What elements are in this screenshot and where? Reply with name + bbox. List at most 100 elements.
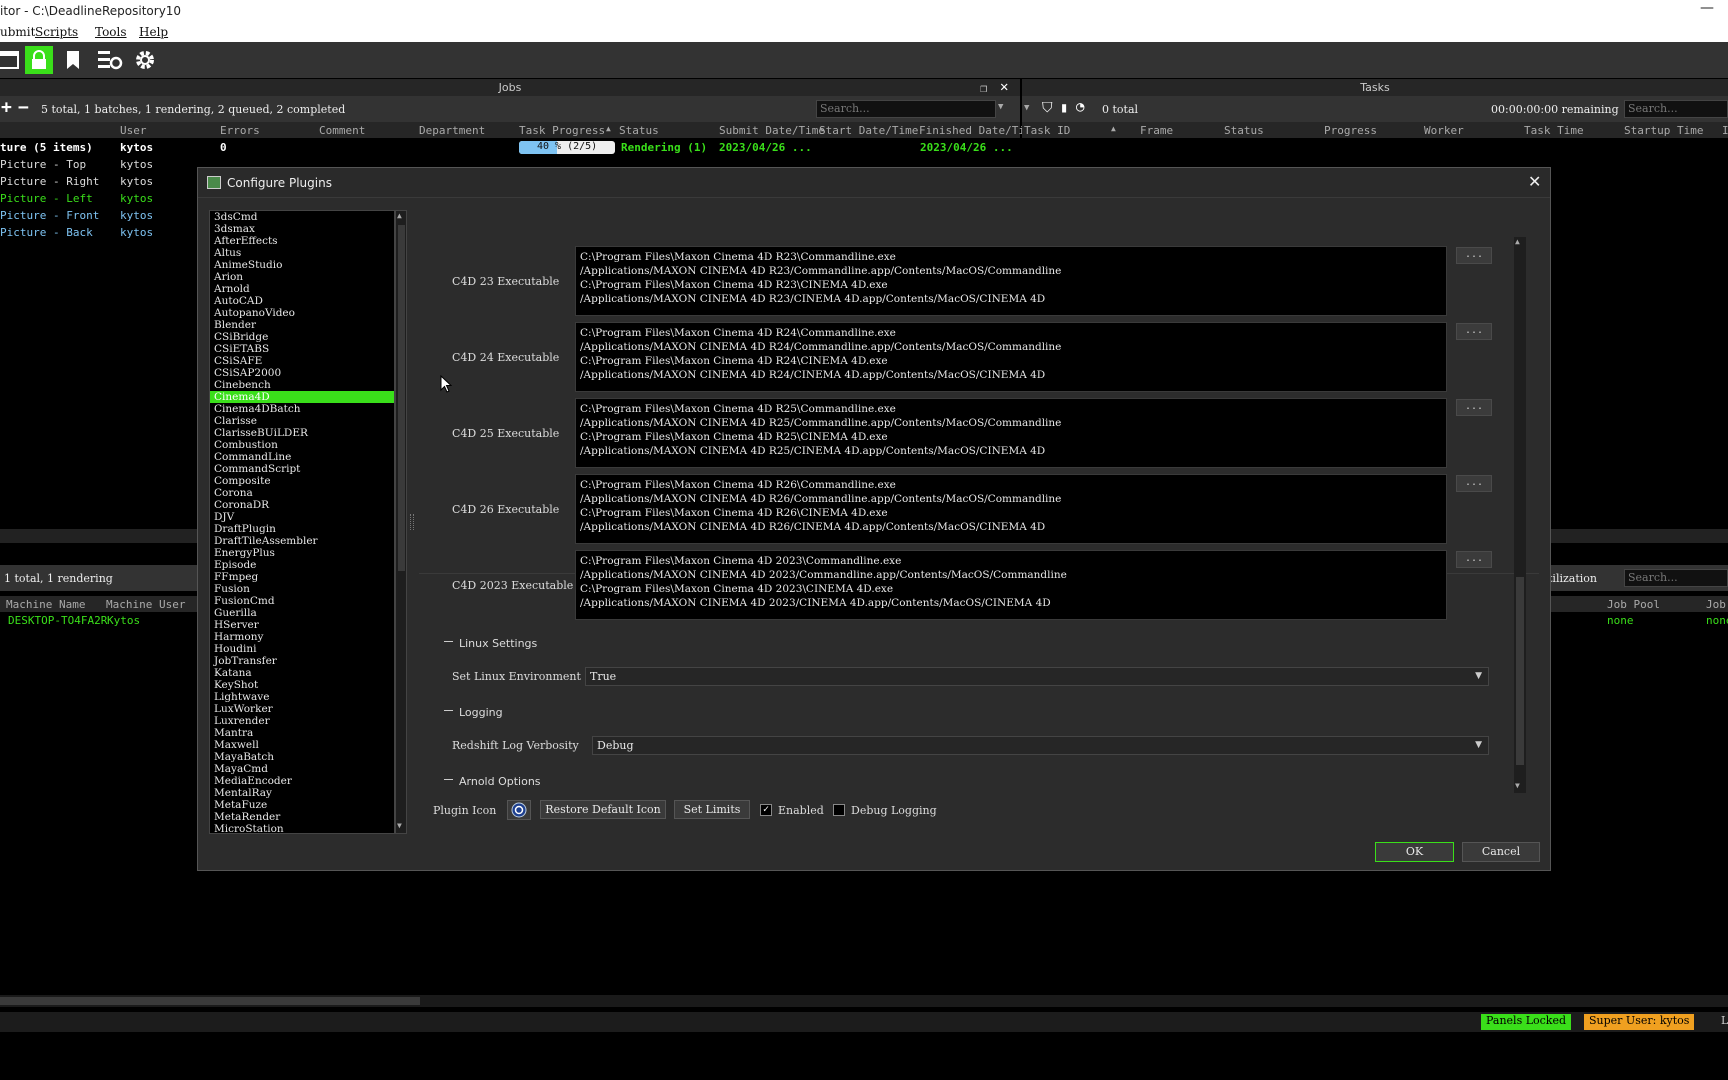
plugin-list-item[interactable]: Blender xyxy=(210,319,394,331)
menu-scripts[interactable]: Scripts xyxy=(35,25,78,39)
col-finished-date[interactable]: Finished Date/Ti xyxy=(919,124,1025,137)
plugin-list-item[interactable]: Corona xyxy=(210,487,394,499)
plugin-list-item[interactable]: HServer xyxy=(210,619,394,631)
restore-default-icon-button[interactable]: Restore Default Icon xyxy=(540,800,666,819)
plugin-list-item[interactable]: 3dsmax xyxy=(210,223,394,235)
chevron-down-icon[interactable]: ▼ xyxy=(998,102,1003,112)
browse-button[interactable]: ... xyxy=(1456,323,1492,340)
plugin-list-item[interactable]: Houdini xyxy=(210,643,394,655)
debug-logging-checkbox[interactable] xyxy=(833,804,845,816)
plugin-list-item[interactable]: DJV xyxy=(210,511,394,523)
set-limits-button[interactable]: Set Limits xyxy=(674,800,750,819)
browse-button[interactable]: ... xyxy=(1456,399,1492,416)
scroll-down-icon[interactable]: ▼ xyxy=(397,821,402,830)
scroll-down-icon[interactable]: ▼ xyxy=(1515,781,1520,790)
plugin-list-item[interactable]: MayaBatch xyxy=(210,751,394,763)
plugin-list-item[interactable]: FusionCmd xyxy=(210,595,394,607)
plugin-list-item[interactable]: AfterEffects xyxy=(210,235,394,247)
plugin-list-item[interactable]: KeyShot xyxy=(210,679,394,691)
col-machine-user[interactable]: Machine User xyxy=(106,598,185,611)
col-extra[interactable]: I xyxy=(1722,124,1728,137)
scroll-up-icon[interactable]: ▲ xyxy=(1515,237,1520,246)
add-icon[interactable]: + xyxy=(1,97,12,118)
col-submit-date[interactable]: Submit Date/Time xyxy=(719,124,825,137)
plugin-list-item[interactable]: AutoCAD xyxy=(210,295,394,307)
col-department[interactable]: Department xyxy=(419,124,485,137)
col-status[interactable]: Status xyxy=(619,124,659,137)
plugin-list-item[interactable]: Arnold xyxy=(210,283,394,295)
col-task-time[interactable]: Task Time xyxy=(1524,124,1584,137)
plugin-list-item[interactable]: Combustion xyxy=(210,439,394,451)
plugin-list-item[interactable]: Fusion xyxy=(210,583,394,595)
clock-icon[interactable]: ◔ xyxy=(1076,99,1084,115)
plugin-list-item[interactable]: AnimeStudio xyxy=(210,259,394,271)
browse-button[interactable]: ... xyxy=(1456,247,1492,264)
close-panel-icon[interactable]: ✕ xyxy=(1000,79,1008,95)
col-progress[interactable]: Progress xyxy=(1324,124,1377,137)
scroll-up-icon[interactable]: ▲ xyxy=(397,211,402,220)
horizontal-scrollbar[interactable] xyxy=(0,995,1728,1007)
plugin-list-item[interactable]: Cinema4D xyxy=(210,391,394,403)
plugin-list-item[interactable]: Guerilla xyxy=(210,607,394,619)
executable-paths-field[interactable]: C:\Program Files\Maxon Cinema 4D R23\Com… xyxy=(575,246,1447,316)
executable-paths-field[interactable]: C:\Program Files\Maxon Cinema 4D R24\Com… xyxy=(575,322,1447,392)
float-panel-icon[interactable]: ❐ xyxy=(980,81,987,95)
window-icon[interactable] xyxy=(0,46,22,74)
chevron-down-icon[interactable]: ▼ xyxy=(1024,103,1029,113)
plugin-list-item[interactable]: CommandLine xyxy=(210,451,394,463)
browse-button[interactable]: ... xyxy=(1456,551,1492,568)
plugin-icon-button[interactable] xyxy=(507,800,531,820)
logging-section[interactable]: Logging xyxy=(444,706,503,719)
plugin-list-scrollbar[interactable]: ▲ ▼ xyxy=(395,210,407,834)
col-machine-name[interactable]: Machine Name xyxy=(6,598,85,611)
plugin-list-item[interactable]: MayaCmd xyxy=(210,763,394,775)
plugin-list-item[interactable]: Arion xyxy=(210,271,394,283)
plugin-list-item[interactable]: LuxWorker xyxy=(210,703,394,715)
scrollbar-thumb[interactable] xyxy=(0,997,420,1005)
plugin-list-item[interactable]: CommandScript xyxy=(210,463,394,475)
col-startup-time[interactable]: Startup Time xyxy=(1624,124,1703,137)
plugin-list-item[interactable]: CSiBridge xyxy=(210,331,394,343)
plugin-list-item[interactable]: Maxwell xyxy=(210,739,394,751)
plugin-list-item[interactable]: MediaEncoder xyxy=(210,775,394,787)
col-job[interactable]: Job xyxy=(1706,598,1726,611)
bookmark-icon[interactable]: ▮ xyxy=(1060,100,1068,116)
plugin-list-item[interactable]: MetaRender xyxy=(210,811,394,823)
plugin-list-item[interactable]: Composite xyxy=(210,475,394,487)
executable-paths-field[interactable]: C:\Program Files\Maxon Cinema 4D 2023\Co… xyxy=(575,550,1447,620)
menu-tools[interactable]: Tools xyxy=(95,25,127,39)
log-verbosity-select[interactable]: Debug ▼ xyxy=(592,736,1489,755)
linux-settings-section[interactable]: Linux Settings xyxy=(444,637,537,650)
plugin-list-item[interactable]: Harmony xyxy=(210,631,394,643)
plugin-list-item[interactable]: Katana xyxy=(210,667,394,679)
splitter-handle[interactable] xyxy=(410,514,414,530)
bookmark-icon[interactable] xyxy=(59,46,87,74)
col-user[interactable]: User xyxy=(120,124,147,137)
browse-button[interactable]: ... xyxy=(1456,475,1492,492)
col-worker[interactable]: Worker xyxy=(1424,124,1464,137)
plugin-list-item[interactable]: Clarisse xyxy=(210,415,394,427)
col-comment[interactable]: Comment xyxy=(319,124,365,137)
executable-paths-field[interactable]: C:\Program Files\Maxon Cinema 4D R25\Com… xyxy=(575,398,1447,468)
linux-env-select[interactable]: True ▼ xyxy=(585,667,1489,686)
tasks-search-input[interactable]: Search... xyxy=(1624,100,1728,118)
plugin-list-item[interactable]: ClarisseBUiLDER xyxy=(210,427,394,439)
filter-icon[interactable]: ⛉ xyxy=(1042,100,1053,116)
ok-button[interactable]: OK xyxy=(1375,842,1454,862)
table-row[interactable]: ture (5 items) kytos 0 40 % (2/5) Render… xyxy=(0,139,1020,156)
plugin-list-item[interactable]: CoronaDR xyxy=(210,499,394,511)
plugin-list-item[interactable]: EnergyPlus xyxy=(210,547,394,559)
col-job-pool[interactable]: Job Pool xyxy=(1607,598,1660,611)
workers-search-input[interactable]: Search... xyxy=(1624,569,1728,587)
col-start-date[interactable]: Start Date/Time xyxy=(819,124,918,137)
plugin-list[interactable]: 3dsCmd 3dsmax AfterEffects Altus AnimeStudio… xyxy=(209,210,395,834)
scrollbar-thumb[interactable] xyxy=(1516,577,1524,765)
minimize-button[interactable]: — xyxy=(1700,0,1714,16)
properties-scrollbar[interactable]: ▲ ▼ xyxy=(1514,237,1526,793)
enabled-checkbox[interactable]: ✓ xyxy=(760,804,772,816)
plugin-list-item[interactable]: DraftPlugin xyxy=(210,523,394,535)
table-row[interactable]: Picture - Left kytos xyxy=(0,191,200,207)
table-row[interactable]: Picture - Back kytos xyxy=(0,225,200,241)
collapse-icon[interactable] xyxy=(444,637,453,646)
col-frame[interactable]: Frame xyxy=(1140,124,1173,137)
